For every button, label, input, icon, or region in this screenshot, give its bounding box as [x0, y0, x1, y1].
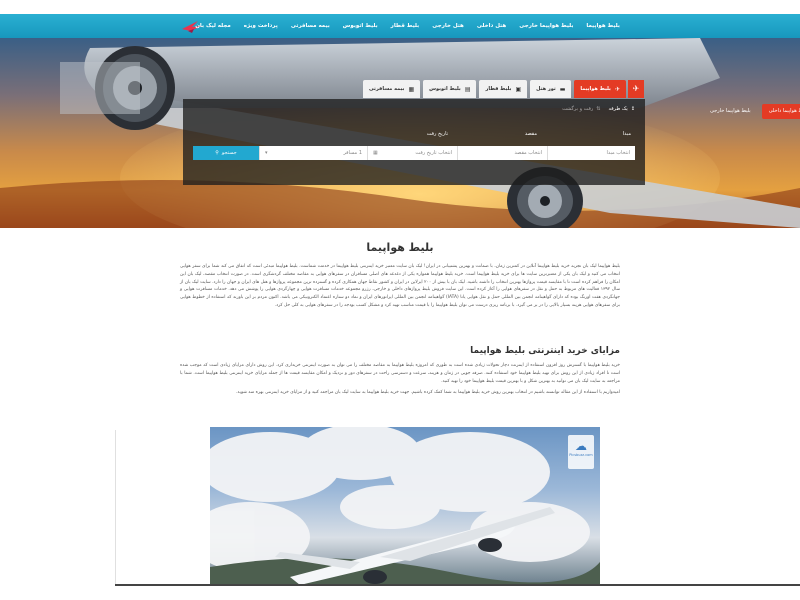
- nav-item-magazine[interactable]: مجله لیک بان: [195, 23, 231, 29]
- origin-label: مبدا: [622, 131, 631, 137]
- search-button[interactable]: جستجو ⚲: [193, 146, 259, 160]
- plane-tab-icon[interactable]: ✈: [628, 80, 644, 98]
- bus-icon: ▤: [464, 85, 471, 93]
- tab-train[interactable]: ▣ بلیط قطار: [479, 80, 528, 98]
- nav-item-foreign-hotel[interactable]: هتل خارجی: [432, 23, 464, 29]
- nav-item-train[interactable]: بلیط قطار: [391, 23, 420, 29]
- passenger-select[interactable]: 1 مسافر ▾: [259, 146, 367, 160]
- trip-round-option[interactable]: ⇅ رفت و برگشت: [562, 106, 600, 112]
- flight-search-form: ↕ یک طرفه ⇅ رفت و برگشت بلیط هواپیما داخ…: [183, 99, 800, 185]
- date-label: تاریخ رفت: [426, 131, 448, 137]
- destination-label: مقصد: [524, 131, 537, 137]
- tab-domestic-flight[interactable]: بلیط هواپیما داخلی: [761, 104, 800, 119]
- article-paragraph-2: خرید بلیط هواپیما با گسترش روز افزون است…: [180, 363, 620, 384]
- chevron-down-icon: ▾: [265, 150, 268, 156]
- flight-type-tabs: بلیط هواپیما داخلی بلیط هواپیما خارجی: [703, 104, 800, 119]
- train-icon: ▣: [515, 85, 522, 93]
- article-paragraph-3: امیدواریم با استفاده از این مقاله توانست…: [236, 390, 620, 396]
- article-section: خرید بلیط هواپیما با گسترش روز افزون است…: [180, 362, 620, 397]
- divider: [115, 430, 116, 585]
- tab-flight[interactable]: ✈ بلیط هواپیما: [574, 80, 626, 98]
- tab-insurance[interactable]: ▦ بیمه مسافرتی: [363, 80, 421, 98]
- section-title: مزایای خرید اینترنتی بلیط هواپیما: [470, 346, 620, 356]
- calendar-icon: ▦: [373, 150, 378, 156]
- trip-oneway-option[interactable]: ↕ یک طرفه: [609, 106, 635, 112]
- bed-icon: ▬: [559, 85, 566, 93]
- nav-item-special-payment[interactable]: پرداخت ویژه: [244, 23, 278, 29]
- nav-item-insurance[interactable]: بیمه مسافرتی: [291, 23, 330, 29]
- tab-foreign-flight[interactable]: بلیط هواپیما خارجی: [703, 104, 758, 119]
- plane-icon: ✈: [614, 85, 620, 93]
- airplane-photo: ☁ Picsbuzz.com: [210, 427, 600, 585]
- clouds-airplane-image: [210, 427, 600, 585]
- nav-item-foreign-flight[interactable]: بلیط هواپیما خارجی: [519, 23, 573, 29]
- destination-input[interactable]: انتخاب مقصد: [457, 146, 547, 160]
- tab-hotel[interactable]: ▬ تور هتل: [530, 80, 572, 98]
- search-icon: ⚲: [215, 150, 219, 156]
- origin-input[interactable]: انتخاب مبدا: [547, 146, 635, 160]
- article-paragraph-1: بلیط هواپیما لیک بان تجربه خرید بلیط هوا…: [180, 264, 620, 308]
- nav-item-bus[interactable]: بلیط اتوبوس: [343, 23, 378, 29]
- main-menu: بلیط هواپیما بلیط هواپیما خارجی هتل داخل…: [195, 14, 620, 38]
- arrow-icon: ↕: [630, 106, 635, 112]
- date-input[interactable]: انتخاب تاریخ رفت ▦: [367, 146, 457, 160]
- nav-item-domestic-hotel[interactable]: هتل داخلی: [477, 23, 506, 29]
- tab-bus[interactable]: ▤ بلیط اتوبوس: [423, 80, 477, 98]
- watermark-badge: ☁ Picsbuzz.com: [568, 435, 594, 469]
- service-tabs: ✈ بلیط هواپیما ▬ تور هتل ▣ بلیط قطار ▤ ب…: [363, 80, 626, 98]
- cloud-icon: ☁: [575, 439, 587, 453]
- swap-icon: ⇅: [596, 106, 601, 112]
- bottom-rule: [115, 584, 800, 586]
- page-title: بلیط هواپیما: [366, 241, 434, 254]
- article-intro: بلیط هواپیما لیک بان تجربه خرید بلیط هوا…: [180, 263, 620, 310]
- nav-item-flight[interactable]: بلیط هواپیما: [586, 23, 620, 29]
- trip-type-selector: ↕ یک طرفه ⇅ رفت و برگشت: [562, 106, 635, 112]
- top-nav: بلیط هواپیما بلیط هواپیما خارجی هتل داخل…: [0, 14, 800, 38]
- briefcase-icon: ▦: [408, 85, 415, 93]
